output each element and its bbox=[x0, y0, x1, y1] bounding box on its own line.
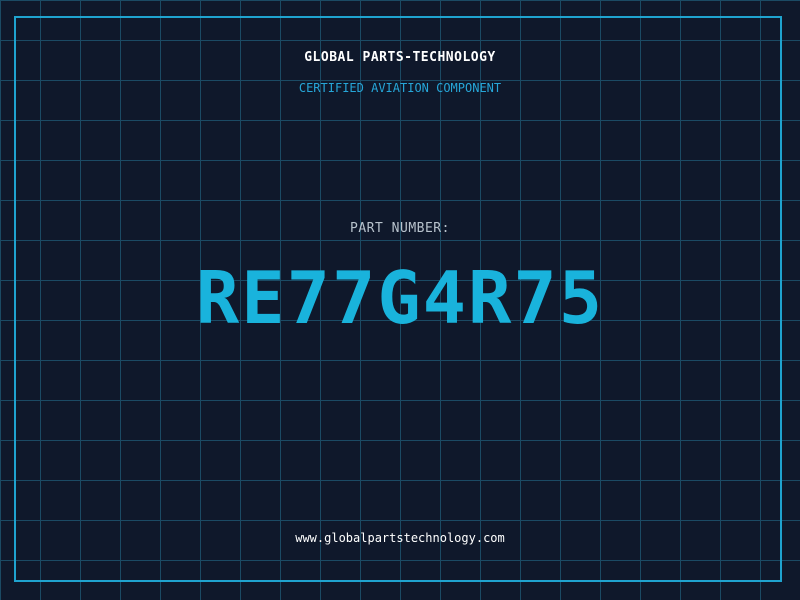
part-number-label: PART NUMBER: bbox=[350, 221, 450, 236]
brand-subtitle: CERTIFIED AVIATION COMPONENT bbox=[298, 81, 502, 95]
part-number-value: RE77G4R75 bbox=[195, 256, 605, 340]
website-url: www.globalpartstechnology.com bbox=[295, 531, 505, 545]
brand-title: GLOBAL PARTS-TECHNOLOGY bbox=[304, 50, 496, 65]
part-label-card: GLOBAL PARTS-TECHNOLOGY CERTIFIED AVIATI… bbox=[0, 0, 800, 600]
